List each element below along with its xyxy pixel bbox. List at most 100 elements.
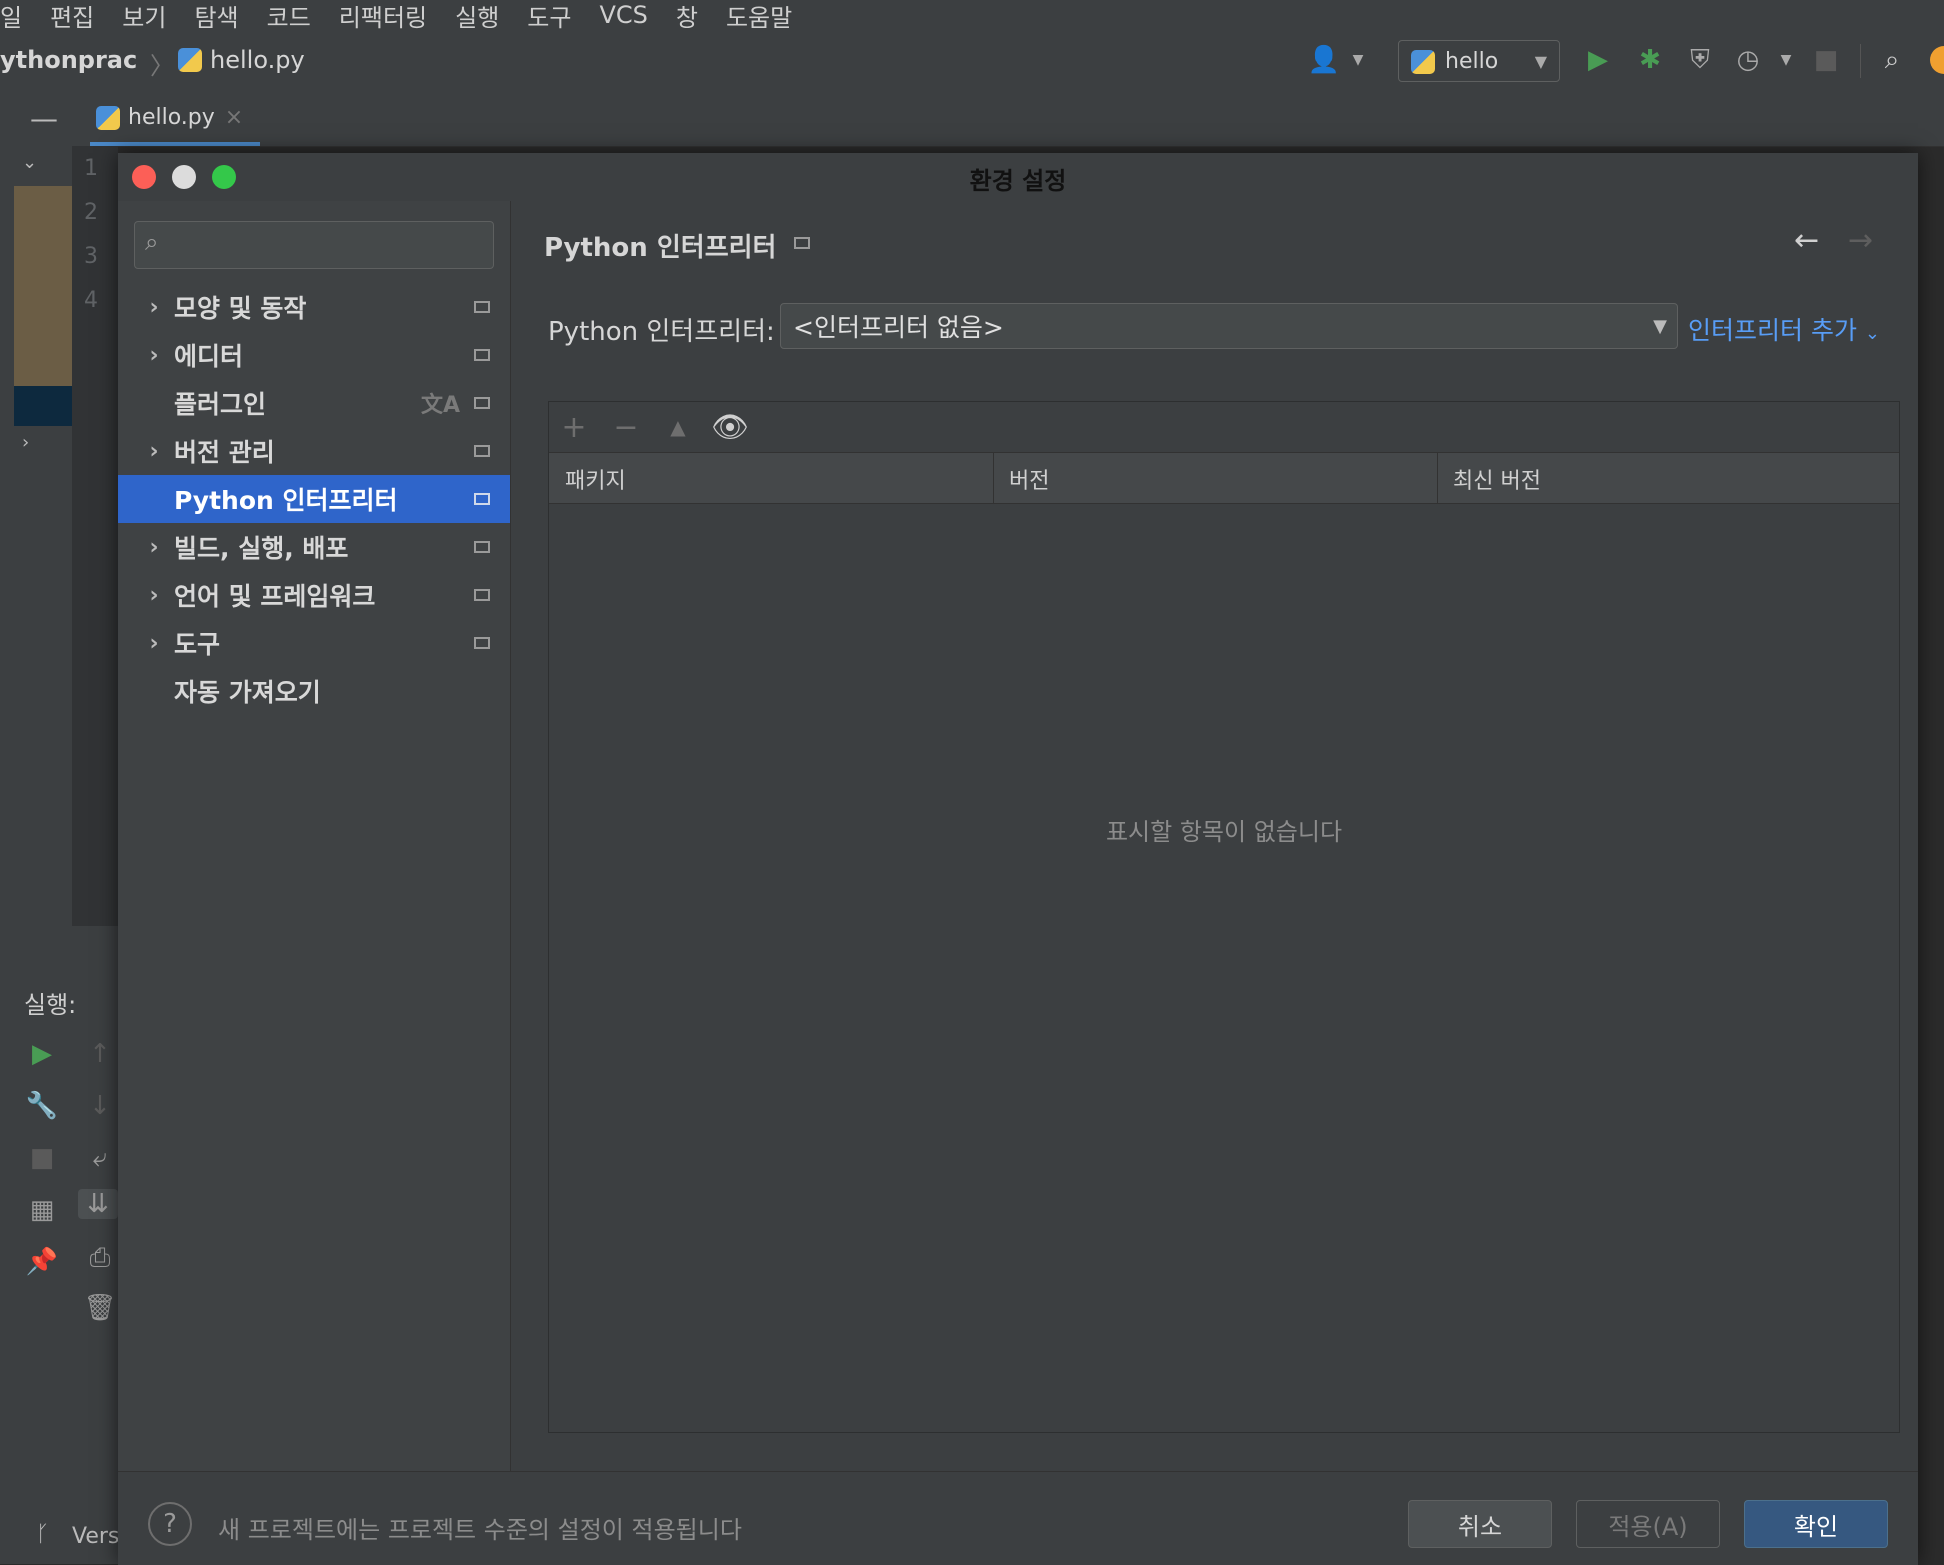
column-divider — [1437, 453, 1438, 503]
settings-search-input[interactable]: ⌕ — [134, 221, 494, 269]
menu-help[interactable]: 도움말 — [726, 0, 792, 33]
layout-icon[interactable]: ▦ — [22, 1195, 62, 1225]
line-number: 4 — [84, 288, 98, 313]
menu-window[interactable]: 창 — [676, 0, 698, 33]
close-tab-icon[interactable]: × — [225, 105, 243, 130]
vcs-tab-label[interactable]: Vers — [72, 1524, 119, 1549]
forward-arrow-icon[interactable]: → — [1848, 223, 1873, 258]
cancel-button[interactable]: 취소 — [1408, 1500, 1552, 1548]
menu-file[interactable]: 일 — [0, 0, 22, 33]
profile-dropdown-icon[interactable]: ▼ — [1770, 44, 1802, 76]
nav-tools[interactable]: › 도구 — [118, 619, 510, 667]
python-file-icon — [178, 48, 202, 72]
chevron-down-icon: ▼ — [1534, 51, 1547, 71]
stop-icon[interactable]: ■ — [22, 1143, 62, 1173]
nav-plugins[interactable]: 플러그인 文A — [118, 379, 510, 427]
tab-label: hello.py — [128, 104, 215, 130]
toolbar-divider — [1860, 44, 1861, 78]
print-icon[interactable]: ⎙ — [80, 1243, 120, 1274]
project-scope-icon — [474, 541, 490, 553]
scroll-to-end-icon[interactable]: ⇊ — [78, 1189, 118, 1219]
menu-navigate[interactable]: 탐색 — [194, 0, 238, 33]
breadcrumb-project[interactable]: ythonprac — [0, 46, 137, 74]
panel-title: Python 인터프리터 — [544, 233, 777, 263]
project-scope-icon — [474, 637, 490, 649]
search-icon[interactable]: ⌕ — [1876, 44, 1908, 76]
editor-tab-bar: — hello.py × — [0, 92, 1944, 147]
add-interpreter-label: 인터프리터 추가 — [1688, 316, 1857, 345]
rerun-icon[interactable]: ▶ — [22, 1039, 62, 1069]
project-scope-icon — [474, 301, 490, 313]
nav-languages-frameworks[interactable]: › 언어 및 프레임워크 — [118, 571, 510, 619]
tree-collapse-icon[interactable]: › — [22, 432, 29, 453]
user-dropdown-icon[interactable]: ▼ — [1342, 44, 1374, 76]
menu-vcs[interactable]: VCS — [599, 1, 647, 29]
column-package[interactable]: 패키지 — [565, 463, 626, 495]
nav-appearance-behavior[interactable]: › 모양 및 동작 — [118, 283, 510, 331]
breadcrumb-file[interactable]: hello.py — [210, 46, 305, 74]
settings-dialog: 환경 설정 ⌕ › 모양 및 동작 › 에디터 플러그인 文A › 버전 관리 — [118, 153, 1918, 1565]
empty-table-message: 표시할 항목이 없습니다 — [1105, 818, 1343, 846]
project-tree-selection — [14, 386, 72, 426]
translate-icon: 文A — [420, 393, 460, 418]
collapse-icon[interactable]: — — [30, 102, 58, 135]
menu-edit[interactable]: 편집 — [50, 0, 94, 33]
nav-version-control[interactable]: › 버전 관리 — [118, 427, 510, 475]
project-scope-icon — [474, 493, 490, 505]
chevron-right-icon: › — [149, 438, 159, 464]
coverage-icon[interactable]: ⛨ — [1684, 44, 1716, 76]
column-divider — [993, 453, 994, 503]
stop-icon[interactable]: ■ — [1810, 44, 1842, 76]
nav-auto-import[interactable]: 자동 가져오기 — [118, 667, 510, 715]
nav-label: Python 인터프리터 — [174, 486, 398, 515]
trash-icon[interactable]: 🗑 — [80, 1293, 120, 1323]
nav-python-interpreter[interactable]: Python 인터프리터 — [118, 475, 510, 523]
nav-label: 도구 — [174, 630, 221, 659]
dialog-title: 환경 설정 — [969, 167, 1067, 195]
column-version[interactable]: 버전 — [1009, 463, 1049, 495]
run-icon[interactable]: ▶ — [1582, 44, 1614, 76]
back-arrow-icon[interactable]: ← — [1794, 223, 1819, 258]
update-badge-icon[interactable] — [1930, 46, 1944, 74]
upgrade-package-icon[interactable]: ▲ — [661, 410, 695, 444]
user-icon[interactable]: 👤 — [1308, 44, 1340, 76]
python-icon — [1411, 49, 1435, 74]
nav-editor[interactable]: › 에디터 — [118, 331, 510, 379]
line-number: 1 — [84, 156, 98, 181]
profile-icon[interactable]: ◷ — [1732, 44, 1764, 76]
remove-package-icon[interactable]: − — [609, 410, 643, 445]
nav-label: 버전 관리 — [174, 438, 275, 467]
wrench-icon[interactable]: 🔧 — [22, 1091, 62, 1121]
menu-view[interactable]: 보기 — [122, 0, 166, 33]
column-latest-version[interactable]: 최신 버전 — [1453, 463, 1541, 495]
chevron-right-icon: › — [149, 630, 159, 656]
soft-wrap-icon[interactable]: ⤶ — [80, 1143, 120, 1174]
eye-icon[interactable]: 👁 — [711, 410, 749, 445]
pin-icon[interactable]: 📌 — [22, 1247, 62, 1277]
add-package-icon[interactable]: + — [557, 410, 591, 445]
run-configuration-select[interactable]: hello ▼ — [1398, 40, 1560, 82]
chevron-right-icon: › — [149, 294, 159, 320]
tab-hello-py[interactable]: hello.py × — [90, 92, 260, 146]
up-arrow-icon[interactable]: ↑ — [80, 1039, 120, 1069]
menu-refactor[interactable]: 리팩터링 — [339, 0, 427, 33]
down-arrow-icon[interactable]: ↓ — [80, 1091, 120, 1121]
navigation-bar: ythonprac 〉 hello.py 👤 ▼ hello ▼ ▶ ✱ ⛨ ◷… — [0, 30, 1944, 93]
menu-code[interactable]: 코드 — [267, 0, 311, 33]
run-configuration-label: hello — [1445, 48, 1499, 74]
menu-run[interactable]: 실행 — [455, 0, 499, 33]
package-table-header: 패키지 버전 최신 버전 — [549, 452, 1899, 504]
debug-icon[interactable]: ✱ — [1634, 44, 1666, 76]
tree-expand-icon[interactable]: ⌄ — [22, 152, 37, 173]
ok-button[interactable]: 확인 — [1744, 1500, 1888, 1548]
chevron-right-icon: › — [149, 582, 159, 608]
help-icon[interactable]: ? — [148, 1502, 192, 1546]
add-interpreter-link[interactable]: 인터프리터 추가 ⌄ — [1688, 311, 1880, 347]
interpreter-select[interactable]: <인터프리터 없음> ▼ — [780, 303, 1678, 349]
project-scope-icon — [474, 589, 490, 601]
apply-button[interactable]: 적용(A) — [1576, 1500, 1720, 1548]
nav-build-execution-deployment[interactable]: › 빌드, 실행, 배포 — [118, 523, 510, 571]
menu-tools[interactable]: 도구 — [527, 0, 571, 33]
chevron-down-icon: ▼ — [1653, 315, 1667, 337]
package-table: + − ▲ 👁 패키지 버전 최신 버전 표시할 항목이 없습니다 — [548, 401, 1900, 1433]
